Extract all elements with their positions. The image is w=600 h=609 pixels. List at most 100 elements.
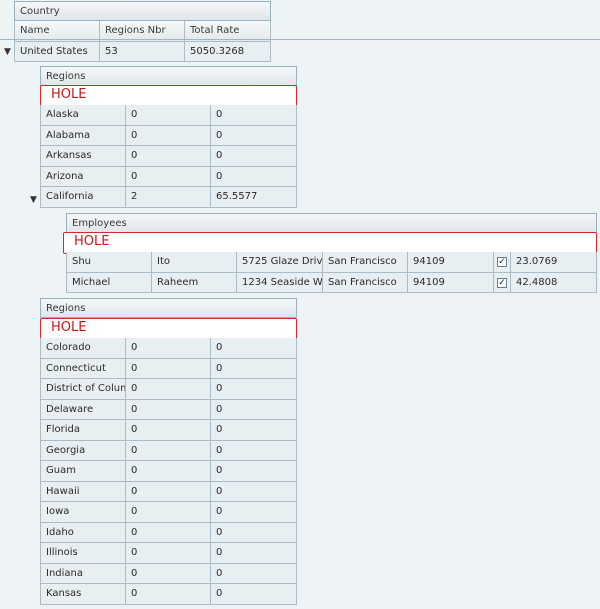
region-rate-cell[interactable]: 0 <box>211 420 297 441</box>
last-name-cell[interactable]: Ito <box>152 252 237 273</box>
table-row[interactable]: Alabama 0 0 <box>40 125 297 146</box>
table-row[interactable]: Colorado 0 0 <box>40 338 297 359</box>
table-row[interactable]: Arizona 0 0 <box>40 166 297 187</box>
region-rate-cell[interactable]: 0 <box>211 166 297 187</box>
region-rate-cell[interactable]: 0 <box>211 379 297 400</box>
zip-cell[interactable]: 94109 <box>408 252 494 273</box>
table-row[interactable]: Shu Ito 5725 Glaze Drive San Francisco 9… <box>66 252 597 273</box>
region-rate-cell[interactable]: 0 <box>211 338 297 359</box>
region-count-cell[interactable]: 0 <box>126 399 211 420</box>
table-row[interactable]: Florida 0 0 <box>40 420 297 441</box>
region-name-cell[interactable]: Arizona <box>40 166 126 187</box>
table-row[interactable]: Connecticut 0 0 <box>40 358 297 379</box>
region-rate-cell[interactable]: 0 <box>211 146 297 167</box>
table-row[interactable]: Georgia 0 0 <box>40 440 297 461</box>
region-count-cell[interactable]: 0 <box>126 379 211 400</box>
region-name-cell[interactable]: Illinois <box>40 543 126 564</box>
region-name-cell[interactable]: Alaska <box>40 105 126 126</box>
regions-table: Alaska 0 0 Alabama 0 0 Arkansas 0 0 Ariz… <box>40 105 297 208</box>
table-row[interactable]: Iowa 0 0 <box>40 502 297 523</box>
country-rate-cell[interactable]: 5050.3268 <box>185 41 271 62</box>
region-name-cell[interactable]: Iowa <box>40 502 126 523</box>
table-row[interactable]: District of Columbia00 <box>40 379 297 400</box>
region-count-cell[interactable]: 0 <box>126 105 211 126</box>
region-name-cell[interactable]: Idaho <box>40 522 126 543</box>
region-rate-cell[interactable]: 0 <box>211 461 297 482</box>
region-name-cell[interactable]: Kansas <box>40 584 126 605</box>
rate-cell[interactable]: 23.0769 <box>511 252 597 273</box>
region-count-cell[interactable]: 0 <box>126 522 211 543</box>
rate-cell[interactable]: 42.4808 <box>511 272 597 293</box>
region-rate-cell[interactable]: 0 <box>211 584 297 605</box>
table-row[interactable]: Alaska 0 0 <box>40 105 297 126</box>
first-name-cell[interactable]: Michael <box>66 272 152 293</box>
region-count-cell[interactable]: 0 <box>126 563 211 584</box>
region-rate-cell[interactable]: 0 <box>211 563 297 584</box>
regions-header: Regions <box>40 66 297 86</box>
region-count-cell[interactable]: 0 <box>126 584 211 605</box>
region-count-cell[interactable]: 0 <box>126 358 211 379</box>
region-name-cell[interactable]: Alabama <box>40 125 126 146</box>
table-row[interactable]: California 2 65.5577 <box>40 187 297 208</box>
region-count-cell[interactable]: 0 <box>126 125 211 146</box>
region-rate-cell[interactable]: 0 <box>211 358 297 379</box>
triangle-down-icon[interactable]: ▼ <box>4 47 11 57</box>
region-name-cell[interactable]: Colorado <box>40 338 126 359</box>
region-name-cell[interactable]: Florida <box>40 420 126 441</box>
country-regions-cell[interactable]: 53 <box>100 41 185 62</box>
region-rate-cell[interactable]: 0 <box>211 502 297 523</box>
region-name-cell[interactable]: Indiana <box>40 563 126 584</box>
region-count-cell[interactable]: 0 <box>126 338 211 359</box>
region-count-cell[interactable]: 0 <box>126 461 211 482</box>
zip-cell[interactable]: 94109 <box>408 272 494 293</box>
region-count-cell[interactable]: 0 <box>126 166 211 187</box>
region-rate-cell[interactable]: 0 <box>211 481 297 502</box>
region-name-cell[interactable]: Connecticut <box>40 358 126 379</box>
region-count-cell[interactable]: 0 <box>126 543 211 564</box>
region-count-cell[interactable]: 0 <box>126 146 211 167</box>
checkmark-icon[interactable]: ✓ <box>497 257 507 267</box>
checkmark-icon[interactable]: ✓ <box>497 277 507 288</box>
address-cell[interactable]: 5725 Glaze Drive <box>237 252 323 273</box>
country-name-cell[interactable]: United States <box>14 41 100 62</box>
city-cell[interactable]: San Francisco <box>323 252 408 273</box>
table-row[interactable]: Arkansas 0 0 <box>40 146 297 167</box>
region-count-cell[interactable]: 2 <box>126 187 211 208</box>
hole-placeholder: HOLE <box>40 85 297 107</box>
table-row[interactable]: Idaho 0 0 <box>40 522 297 543</box>
table-row[interactable]: Kansas 0 0 <box>40 584 297 605</box>
table-row[interactable]: Indiana 0 0 <box>40 563 297 584</box>
region-rate-cell[interactable]: 65.5577 <box>211 187 297 208</box>
city-cell[interactable]: San Francisco <box>323 272 408 293</box>
region-rate-cell[interactable]: 0 <box>211 440 297 461</box>
region-rate-cell[interactable]: 0 <box>211 543 297 564</box>
region-rate-cell[interactable]: 0 <box>211 125 297 146</box>
first-name-cell[interactable]: Shu <box>66 252 152 273</box>
country-row[interactable]: United States 53 5050.3268 <box>14 41 271 62</box>
table-row[interactable]: Michael Raheem 1234 Seaside Way San Fran… <box>66 272 597 293</box>
region-rate-cell[interactable]: 0 <box>211 399 297 420</box>
region-name-cell[interactable]: Arkansas <box>40 146 126 167</box>
checkbox-cell[interactable]: ✓ <box>494 272 511 293</box>
table-row[interactable]: Guam 0 0 <box>40 461 297 482</box>
region-name-cell[interactable]: Guam <box>40 461 126 482</box>
triangle-down-icon[interactable]: ▼ <box>30 195 37 205</box>
region-count-cell[interactable]: 0 <box>126 420 211 441</box>
region-count-cell[interactable]: 0 <box>126 440 211 461</box>
region-count-cell[interactable]: 0 <box>126 502 211 523</box>
table-row[interactable]: Illinois 0 0 <box>40 543 297 564</box>
region-name-cell[interactable]: California <box>40 187 126 208</box>
region-rate-cell[interactable]: 0 <box>211 105 297 126</box>
region-rate-cell[interactable]: 0 <box>211 522 297 543</box>
region-count-cell[interactable]: 0 <box>126 481 211 502</box>
region-name-cell[interactable]: Georgia <box>40 440 126 461</box>
checkbox-cell[interactable]: ✓ <box>494 252 511 273</box>
last-name-cell[interactable]: Raheem <box>152 272 237 293</box>
region-name-cell[interactable]: Delaware <box>40 399 126 420</box>
table-row[interactable]: Delaware 0 0 <box>40 399 297 420</box>
address-cell[interactable]: 1234 Seaside Way <box>237 272 323 293</box>
region-name-cell[interactable]: District of Columbia <box>40 379 126 400</box>
regions-header: Regions <box>40 298 297 318</box>
table-row[interactable]: Hawaii 0 0 <box>40 481 297 502</box>
region-name-cell[interactable]: Hawaii <box>40 481 126 502</box>
